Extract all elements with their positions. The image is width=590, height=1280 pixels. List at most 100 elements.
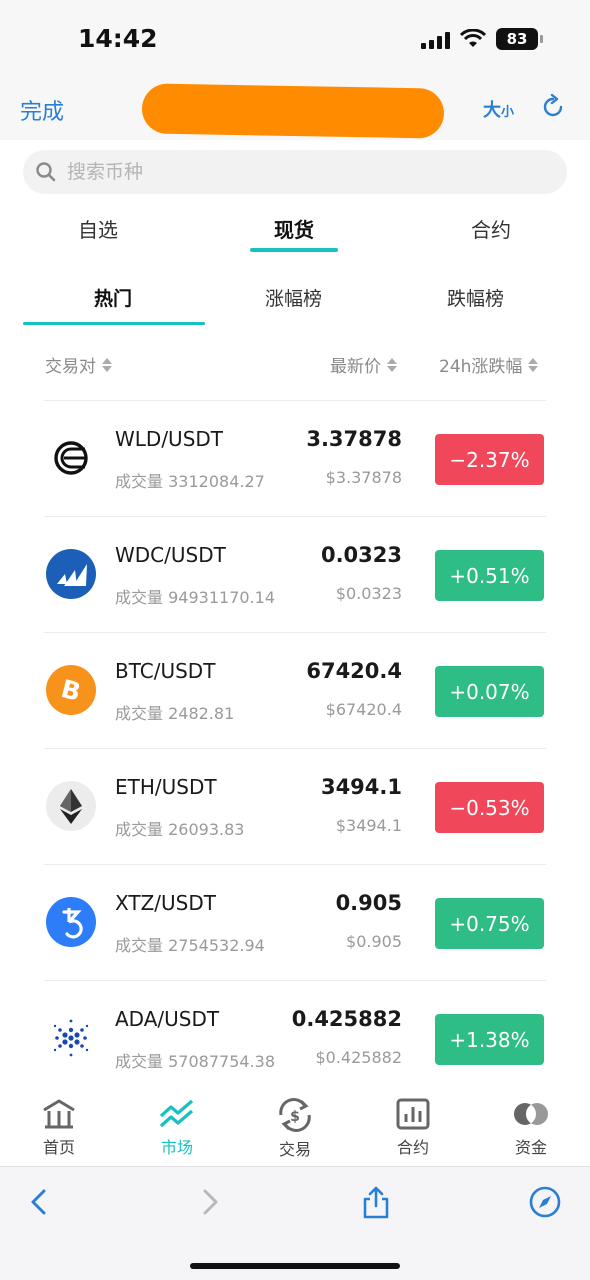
column-header-price-label: 最新价 <box>330 357 381 377</box>
sort-icon <box>102 357 112 372</box>
forward-icon[interactable] <box>193 1185 227 1219</box>
home-icon <box>43 1099 75 1129</box>
tab-bar-contract[interactable]: 合约 <box>373 1098 453 1158</box>
volume-value: 26093.83 <box>168 820 245 839</box>
tab-losers[interactable]: 跌幅榜 <box>447 284 504 311</box>
volume: 成交量 3312084.27 <box>115 468 265 492</box>
refresh-icon[interactable] <box>540 94 566 120</box>
last-price: 0.425882 <box>291 1007 402 1031</box>
volume-label: 成交量 <box>115 472 164 491</box>
search-input[interactable] <box>67 161 507 183</box>
volume-value: 57087754.38 <box>168 1052 275 1071</box>
back-icon[interactable] <box>22 1185 56 1219</box>
last-price: 0.0323 <box>320 543 402 567</box>
volume: 成交量 26093.83 <box>115 816 244 840</box>
status-time: 14:42 <box>78 24 158 53</box>
bitcoin-icon: B <box>46 665 96 715</box>
browser-toolbar <box>0 1166 590 1280</box>
volume: 成交量 2482.81 <box>115 700 234 724</box>
column-header-change[interactable]: 24h涨跌幅 <box>439 352 539 377</box>
main-tab-indicator <box>250 248 338 252</box>
tab-bar-funds-label: 资金 <box>514 1138 547 1157</box>
tab-bar-market[interactable]: 市场 <box>137 1098 217 1158</box>
battery-icon: 83 <box>496 28 543 50</box>
pair-name: BTC/USDT <box>115 659 216 683</box>
battery-level: 83 <box>506 30 528 48</box>
price-usd: $0.0323 <box>335 584 402 603</box>
market-row-eth[interactable]: ETH/USDT 成交量 26093.83 3494.1 $3494.1 −0.… <box>44 748 546 864</box>
tab-futures[interactable]: 合约 <box>471 214 511 243</box>
volume-value: 2482.81 <box>168 704 235 723</box>
price-usd: $3494.1 <box>335 816 402 835</box>
last-price: 67420.4 <box>306 659 402 683</box>
signal-icon <box>421 29 450 49</box>
status-bar: 14:42 83 <box>0 0 590 80</box>
volume-label: 成交量 <box>115 704 164 723</box>
tezos-icon <box>46 897 96 947</box>
font-size-small-label: 小 <box>501 105 515 120</box>
compass-icon[interactable] <box>528 1185 562 1219</box>
sub-tab-indicator <box>23 322 205 325</box>
change-badge[interactable]: −2.37% <box>435 434 544 485</box>
font-size-button[interactable]: 大小 <box>483 96 514 122</box>
pair-name: XTZ/USDT <box>115 891 216 915</box>
tab-bar-trade-label: 交易 <box>278 1140 311 1159</box>
bottom-tab-bar: 首页 市场 $ 交易 合约 资金 <box>0 1090 590 1166</box>
last-price: 3494.1 <box>320 775 402 799</box>
volume: 成交量 2754532.94 <box>115 932 265 956</box>
wifi-icon <box>460 29 486 47</box>
price-usd: $67420.4 <box>325 700 402 719</box>
cardano-icon <box>46 1013 96 1063</box>
sort-icon <box>528 357 539 372</box>
last-price: 3.37878 <box>306 427 402 451</box>
volume-value: 3312084.27 <box>168 472 265 491</box>
done-button[interactable]: 完成 <box>20 94 64 126</box>
share-icon[interactable] <box>359 1185 393 1219</box>
column-header-pair-label: 交易对 <box>45 357 96 377</box>
price-usd: $3.37878 <box>325 468 402 487</box>
change-badge[interactable]: +1.38% <box>435 1014 544 1065</box>
pair-name: WDC/USDT <box>115 543 226 567</box>
ethereum-icon <box>46 781 96 831</box>
tab-hot[interactable]: 热门 <box>94 284 132 311</box>
tab-bar-funds[interactable]: 资金 <box>491 1098 571 1158</box>
home-indicator <box>190 1263 400 1269</box>
market-chart-icon <box>159 1099 194 1128</box>
font-size-big-label: 大 <box>483 100 501 121</box>
change-badge[interactable]: +0.51% <box>435 550 544 601</box>
tab-gainers[interactable]: 涨幅榜 <box>265 284 322 311</box>
pair-name: ADA/USDT <box>115 1007 220 1031</box>
pair-name: WLD/USDT <box>115 427 224 451</box>
funds-icon <box>514 1103 548 1125</box>
search-bar[interactable] <box>23 150 567 194</box>
volume-value: 2754532.94 <box>168 936 265 955</box>
column-header-pair[interactable]: 交易对 <box>45 352 112 377</box>
column-header-price[interactable]: 最新价 <box>330 352 397 377</box>
tab-bar-home[interactable]: 首页 <box>19 1098 99 1158</box>
column-header-change-label: 24h涨跌幅 <box>439 357 523 377</box>
redacted-title <box>141 83 445 139</box>
market-row-btc[interactable]: B BTC/USDT 成交量 2482.81 67420.4 $67420.4 … <box>44 632 546 748</box>
status-icons: 83 <box>421 28 543 50</box>
change-badge[interactable]: +0.75% <box>435 898 544 949</box>
market-row-xtz[interactable]: XTZ/USDT 成交量 2754532.94 0.905 $0.905 +0.… <box>44 864 546 980</box>
tab-bar-trade[interactable]: $ 交易 <box>255 1098 335 1160</box>
tab-bar-home-label: 首页 <box>42 1138 75 1157</box>
market-row-wdc[interactable]: WDC/USDT 成交量 94931170.14 0.0323 $0.0323 … <box>44 516 546 632</box>
market-row-ada[interactable]: ADA/USDT 成交量 57087754.38 0.425882 $0.425… <box>44 980 546 1096</box>
volume-label: 成交量 <box>115 820 164 839</box>
volume-value: 94931170.14 <box>168 588 275 607</box>
last-price: 0.905 <box>335 891 402 915</box>
change-badge[interactable]: +0.07% <box>435 666 544 717</box>
market-row-wld[interactable]: WLD/USDT 成交量 3312084.27 3.37878 $3.37878… <box>44 400 546 516</box>
browser-nav-bar: 完成 大小 <box>0 80 590 140</box>
volume-label: 成交量 <box>115 1052 164 1071</box>
change-badge[interactable]: −0.53% <box>435 782 544 833</box>
svg-text:B: B <box>58 674 84 707</box>
volume-label: 成交量 <box>115 588 164 607</box>
tab-watchlist[interactable]: 自选 <box>78 214 118 243</box>
tab-bar-contract-label: 合约 <box>396 1138 429 1157</box>
main-tabs: 自选 现货 合约 <box>0 206 590 256</box>
price-usd: $0.905 <box>346 932 402 951</box>
tab-spot[interactable]: 现货 <box>274 214 314 243</box>
